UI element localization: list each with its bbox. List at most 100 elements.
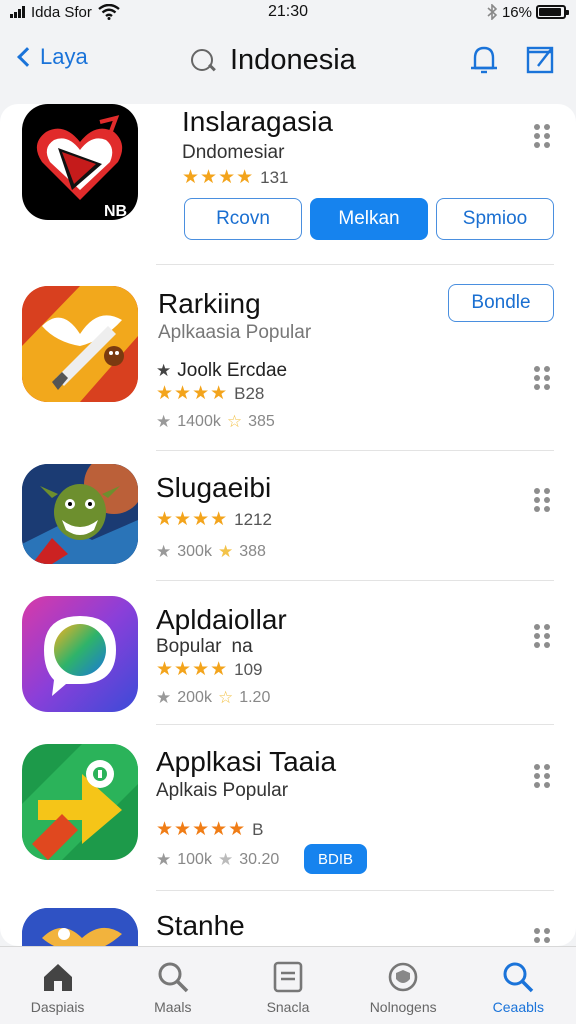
back-button[interactable]: Laya bbox=[14, 44, 88, 70]
app-name: Stanhe bbox=[156, 910, 245, 941]
app-icon-heart-logo[interactable]: NB bbox=[22, 104, 138, 220]
goblin-icon bbox=[22, 464, 138, 564]
app-icon-blue-bird[interactable] bbox=[22, 908, 138, 946]
rating-stars: ★★★★ bbox=[156, 383, 229, 404]
status-bar: Idda Sfor 21:30 16% bbox=[0, 0, 576, 24]
list-item[interactable]: Apldaiollar Bopular na ★★★★ 109 ★ 200k ☆… bbox=[0, 580, 576, 724]
bell-icon[interactable] bbox=[468, 42, 500, 76]
search-icon[interactable] bbox=[190, 48, 216, 74]
stats-row: ★ 100k ★ 30.20 bbox=[156, 850, 279, 870]
rating-row: ★★★★ 131 bbox=[182, 166, 289, 189]
list-item[interactable]: NB Inslaragasia Dndomesiar ★★★★ 131 Rcov… bbox=[0, 104, 576, 264]
list-item[interactable]: Slugaeibi ★★★★ 1212 ★ 300k ★ 388 bbox=[0, 450, 576, 580]
app-subtitle: Dndomesiar bbox=[182, 142, 285, 163]
stats-row: ★ 300k ★ 388 bbox=[156, 542, 266, 562]
tab-search-active[interactable]: Ceaabls bbox=[463, 947, 573, 1024]
tab-list[interactable]: Snacla bbox=[233, 947, 343, 1024]
stat-downloads: 1400k bbox=[177, 413, 221, 430]
app-icon-chat-bubble[interactable] bbox=[22, 596, 138, 712]
rating-row: ★★★★ B28 bbox=[156, 382, 264, 405]
signal-icon bbox=[10, 6, 25, 18]
more-options-icon[interactable] bbox=[534, 366, 550, 392]
star-outline-icon: ☆ bbox=[217, 688, 234, 707]
app-name: Inslaragasia bbox=[182, 106, 333, 137]
maps-arrow-icon bbox=[22, 744, 138, 860]
wifi-icon bbox=[98, 4, 120, 20]
bluetooth-icon bbox=[487, 4, 498, 20]
search-icon bbox=[503, 962, 534, 993]
tab-label: Nolnogens bbox=[369, 999, 437, 1015]
rating-count: 1212 bbox=[234, 509, 272, 529]
more-options-icon[interactable] bbox=[534, 928, 550, 946]
rating-count: B28 bbox=[234, 383, 265, 403]
battery-percent: 16% bbox=[501, 3, 532, 21]
star-outline-icon: ★ bbox=[156, 850, 172, 869]
status-badge[interactable]: BDIB bbox=[304, 844, 368, 874]
app-name: Apldaiollar bbox=[156, 604, 287, 635]
stat-downloads: 300k bbox=[177, 543, 212, 560]
app-name: Rarkiing bbox=[158, 288, 261, 319]
status-left: Idda Sfor bbox=[10, 4, 120, 21]
rating-row: ★★★★ 1212 bbox=[156, 508, 272, 531]
app-subtitle-text: Bopular bbox=[156, 636, 222, 657]
rating-row: ★★★★★ B bbox=[156, 818, 264, 841]
rating-count: 109 bbox=[234, 659, 263, 679]
tab-bar: Daspiais Maals Snacla Nolnogens Ceaabls bbox=[0, 946, 576, 1024]
stat-downloads: 200k bbox=[177, 689, 212, 706]
star-outline-icon: ★ bbox=[156, 688, 172, 707]
more-options-icon[interactable] bbox=[534, 624, 550, 650]
blue-bird-icon bbox=[22, 908, 138, 946]
app-list: NB Inslaragasia Dndomesiar ★★★★ 131 Rcov… bbox=[0, 104, 576, 946]
stat-reviews: 385 bbox=[248, 413, 275, 430]
app-action-button-2[interactable]: Melkan bbox=[310, 198, 428, 240]
nav-title-group: Indonesia bbox=[190, 44, 356, 77]
app-icon-maps-arrow[interactable] bbox=[22, 744, 138, 860]
app-icon-bird-rocket[interactable] bbox=[22, 286, 138, 402]
more-options-icon[interactable] bbox=[534, 488, 550, 514]
nav-actions bbox=[468, 42, 556, 76]
tab-search[interactable]: Maals bbox=[118, 947, 228, 1024]
chat-bubble-icon bbox=[22, 596, 138, 712]
bird-rocket-icon bbox=[22, 286, 138, 402]
more-options-icon[interactable] bbox=[534, 124, 550, 150]
stats-row: ★ 200k ☆ 1.20 bbox=[156, 688, 270, 708]
stat-downloads: 100k bbox=[177, 851, 212, 868]
rating-stars: ★★★★ bbox=[156, 659, 229, 680]
star-outline-icon: ★ bbox=[217, 850, 234, 869]
carrier-label: Idda Sfor bbox=[31, 3, 92, 21]
rating-stars: ★★★★ bbox=[156, 509, 229, 530]
tab-notifications[interactable]: Nolnogens bbox=[348, 947, 458, 1024]
chevron-left-icon bbox=[17, 47, 37, 67]
list-item[interactable]: Stanhe bbox=[0, 890, 576, 946]
tab-label: Snacla bbox=[266, 999, 310, 1015]
more-options-icon[interactable] bbox=[534, 764, 550, 790]
category-label: Joolk Ercdae bbox=[177, 360, 288, 381]
list-item[interactable]: Applkasi Taaia Aplkais Popular ★★★★★ B ★… bbox=[0, 724, 576, 890]
rating-count: 131 bbox=[260, 167, 289, 187]
star-outline-icon: ☆ bbox=[226, 412, 243, 431]
page-title: Indonesia bbox=[230, 44, 356, 76]
svg-text:NB: NB bbox=[104, 203, 127, 220]
app-name: Slugaeibi bbox=[156, 472, 272, 503]
edit-icon[interactable] bbox=[524, 42, 556, 76]
stats-row: ★ 1400k ☆ 385 bbox=[156, 412, 275, 432]
app-action-button-3[interactable]: Spmioo bbox=[436, 198, 554, 240]
app-icon-goblin[interactable] bbox=[22, 464, 138, 564]
rating-stars: ★★★★ bbox=[182, 167, 255, 188]
stat-reviews: 30.20 bbox=[239, 851, 280, 868]
app-subtitle: Aplkaasia Popular bbox=[158, 322, 312, 343]
heart-logo-icon: NB bbox=[36, 115, 127, 220]
tab-label: Ceaabls bbox=[492, 999, 545, 1015]
tab-label: Daspiais bbox=[30, 999, 85, 1015]
tab-label: Maals bbox=[154, 999, 192, 1015]
tab-home[interactable]: Daspiais bbox=[3, 947, 113, 1024]
list-item[interactable]: Rarkiing Aplkaasia Popular Bondle ★ Jool… bbox=[0, 264, 576, 450]
star-outline-icon: ★ bbox=[217, 542, 234, 561]
stat-reviews: 388 bbox=[239, 543, 266, 560]
app-get-button[interactable]: Bondle bbox=[448, 284, 554, 322]
list-icon bbox=[273, 961, 303, 993]
app-action-button-1[interactable]: Rcovn bbox=[184, 198, 302, 240]
rating-stars: ★★★★★ bbox=[156, 819, 247, 840]
app-subtitle-extra: na bbox=[231, 636, 253, 657]
back-label: Laya bbox=[40, 44, 88, 69]
